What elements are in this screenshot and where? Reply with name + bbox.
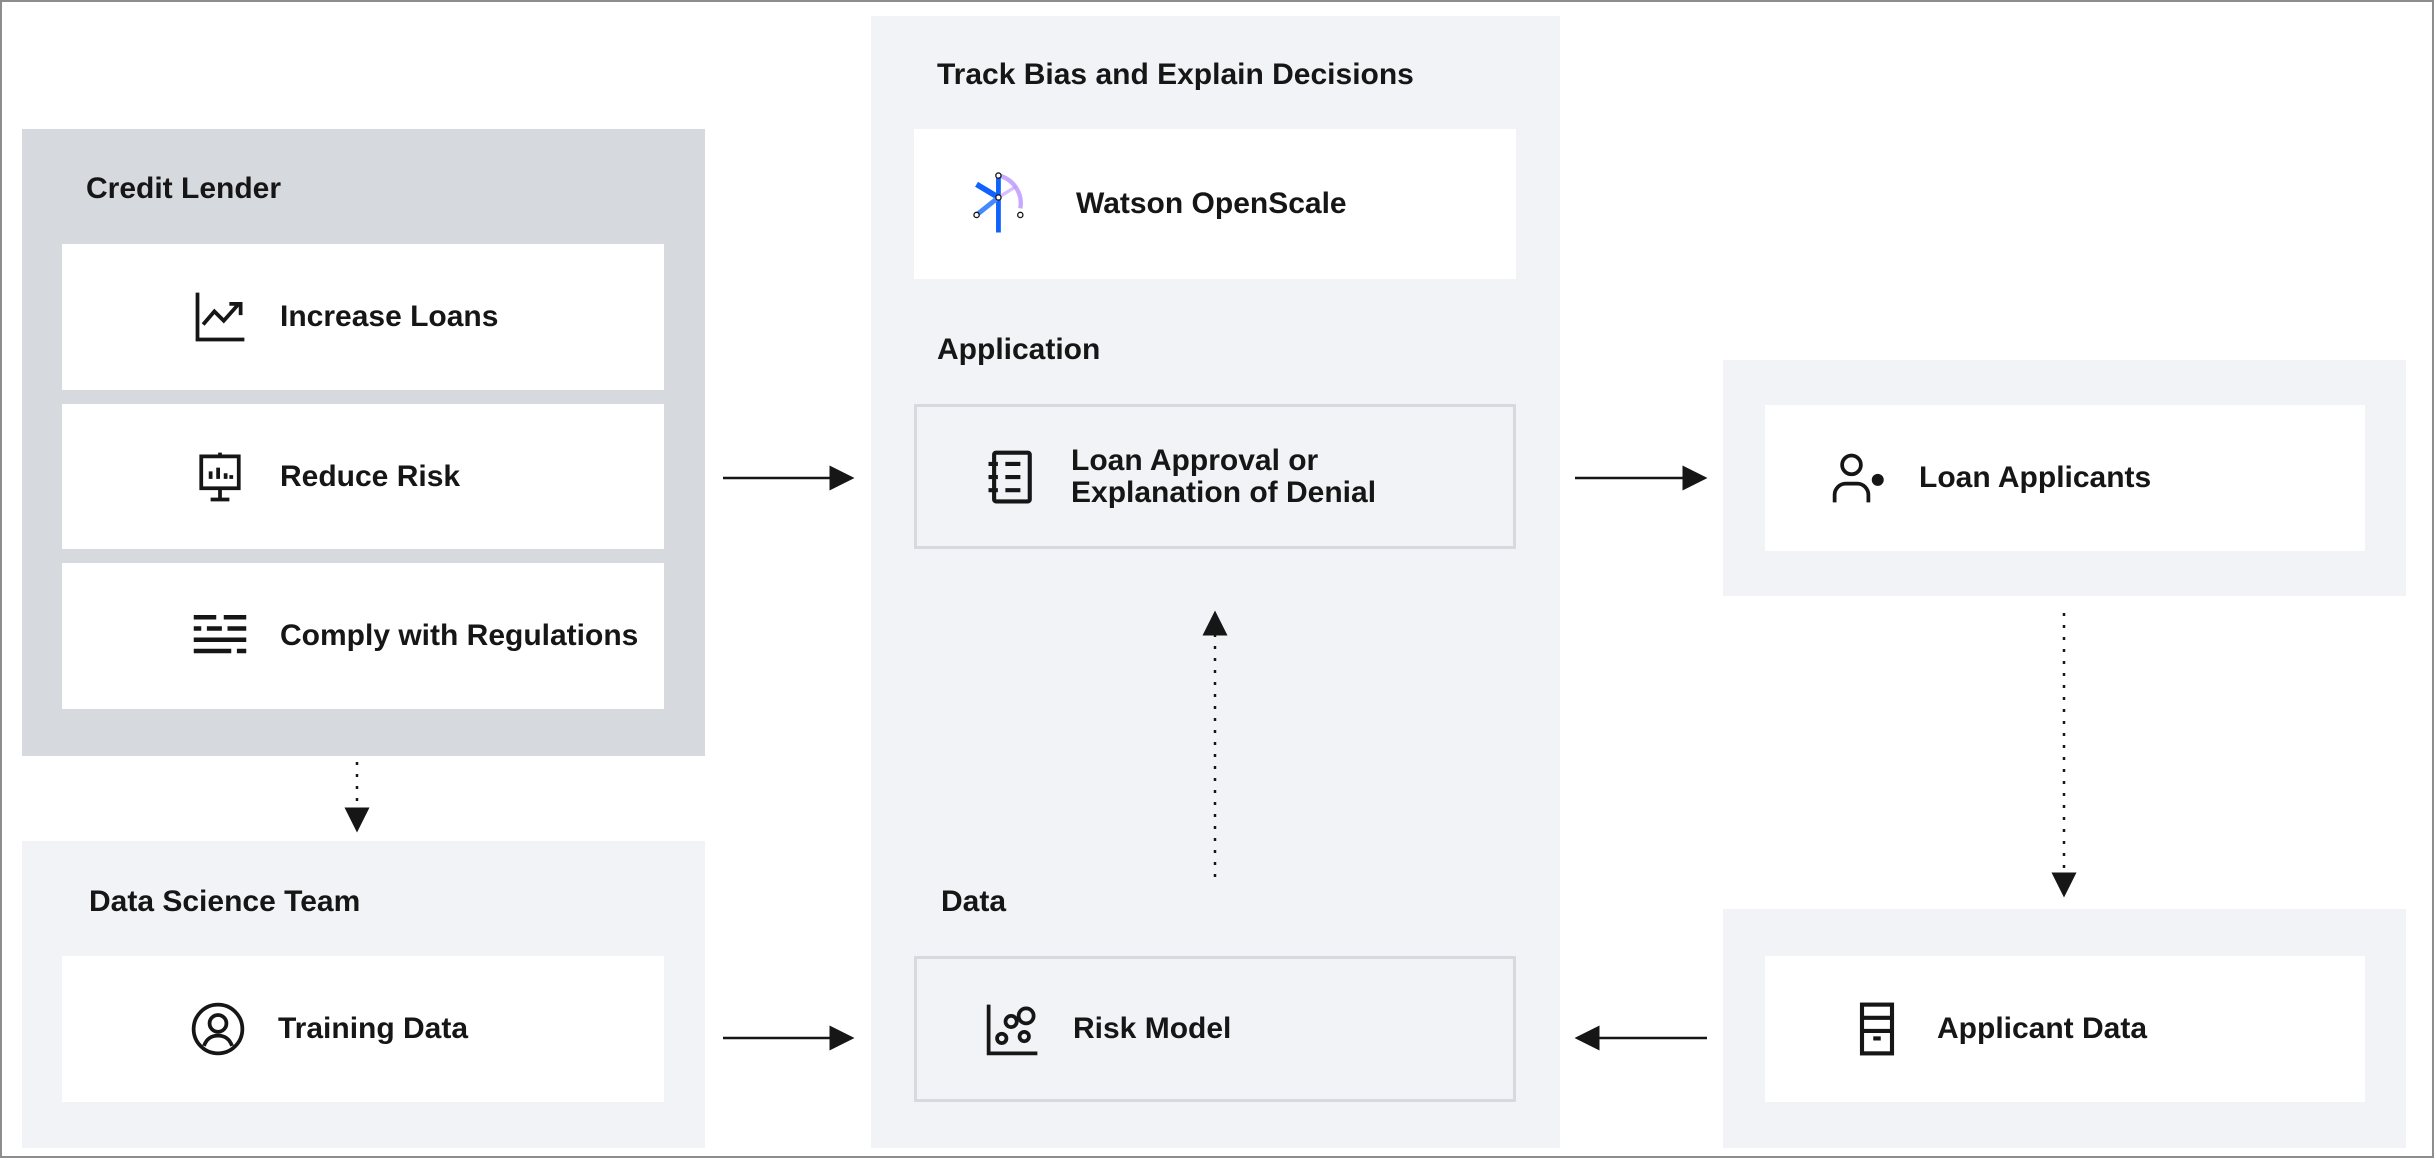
arrow-lender-to-application	[344, 465, 2077, 1051]
